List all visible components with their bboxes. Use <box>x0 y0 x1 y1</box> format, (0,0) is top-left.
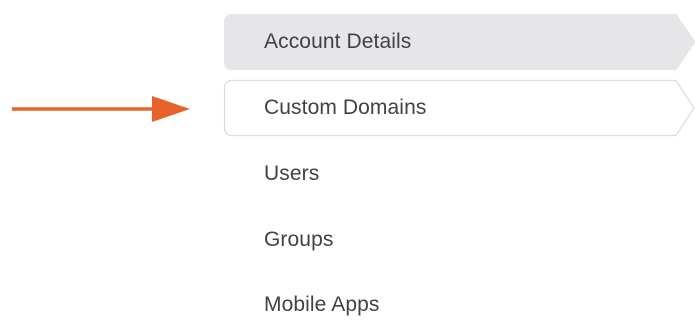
nav-item-custom-domains[interactable]: Custom Domains <box>223 79 695 137</box>
nav-item-mobile-apps[interactable]: Mobile Apps <box>224 277 524 320</box>
settings-page: Account Details Custom Domains Users Gro… <box>0 0 695 320</box>
annotation-arrow-icon <box>12 96 190 122</box>
nav-item-label: Users <box>264 162 320 185</box>
nav-item-label: Groups <box>264 228 334 251</box>
nav-item-groups[interactable]: Groups <box>224 212 524 268</box>
nav-item-label: Account Details <box>264 30 412 53</box>
nav-item-users[interactable]: Users <box>224 146 524 202</box>
nav-item-label: Mobile Apps <box>264 293 380 316</box>
nav-item-label: Custom Domains <box>264 96 427 119</box>
nav-item-account-details[interactable]: Account Details <box>224 14 695 70</box>
